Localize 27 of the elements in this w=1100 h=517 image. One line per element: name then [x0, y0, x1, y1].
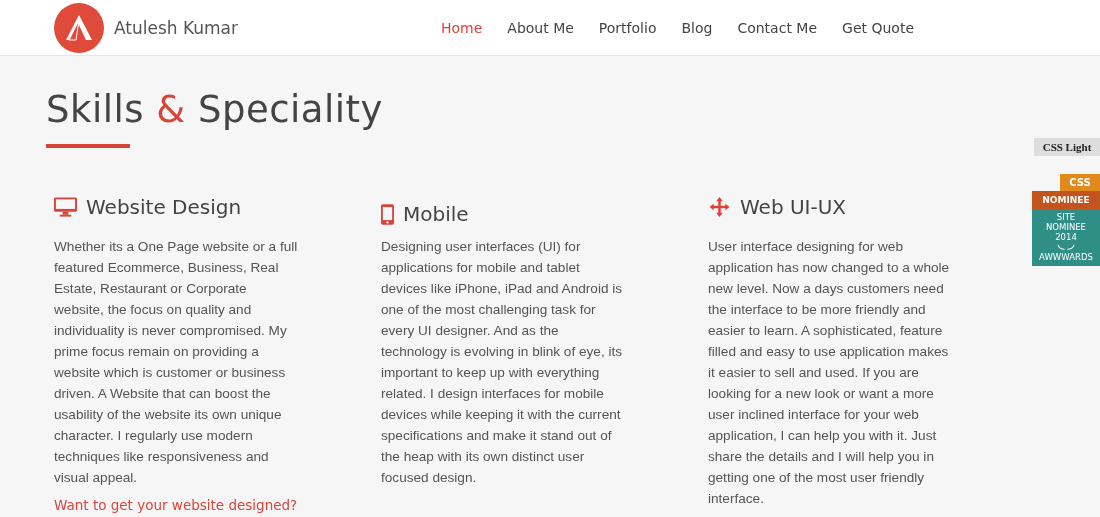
skill-title: Website Design	[86, 195, 242, 219]
award-text: SITE	[1056, 212, 1076, 222]
monitor-icon	[54, 197, 77, 217]
awwwards-badge[interactable]: SITE NOMINEE 2014 AWWWARDS	[1032, 209, 1100, 266]
skill-title: Web UI-UX	[740, 195, 847, 219]
logo-icon[interactable]	[54, 2, 104, 53]
nav-link[interactable]: Home	[440, 19, 483, 36]
css-light-ribbon[interactable]: CSS Light	[1034, 138, 1100, 156]
skill-description: Whether its a One Page website or a full featured Ecommerce, Business, Real Estate, Restaurant or Corporate website, the focus on quality and individuality is never compromised. My prime focus remain on providing a website which is customer or business driven. A Website that can boost the usability of the website its own unique character. I regularly use modern techniques like responsiveness and visual appeal.	[54, 238, 299, 487]
section-heading: Skills & Speciality	[46, 87, 384, 133]
nav-link[interactable]: About Me	[507, 19, 574, 36]
award-text: AWWWARDS	[1039, 252, 1093, 262]
skill-description: User interface designing for web application has now changed to a whole new level. Now a days customers need the interface to be more friendly and easier to learn. A sophisticated, feature filled and easy to use application makes it easier to sell and used. If you are looking for a new look or want a more user inclined interface for your web application, I can help you with it. Just share the details and I will help you in getting one of the most user friendly interface.	[708, 238, 951, 508]
award-text: 2014	[1055, 232, 1077, 242]
skill-title: Mobile	[403, 202, 469, 226]
move-arrows-icon	[708, 197, 731, 217]
nominee-ribbon[interactable]: NOMINEE	[1032, 191, 1100, 209]
award-text: NOMINEE	[1046, 222, 1086, 232]
nav-link[interactable]: Portfolio	[598, 19, 657, 36]
laurel-icon	[1055, 243, 1077, 251]
brand-name[interactable]: Atulesh Kumar	[114, 17, 239, 38]
phone-icon	[381, 203, 394, 225]
skill-description: Designing user interfaces (UI) for applications for mobile and tablet devices like iPhone, iPad and Android is one of the most challenging task for every UI designer. And as the technology is evolving in blink of eye, its important to keep up with everything related. I design interfaces for mobile devices while keeping it with the current specifications and make it stand out of the heap with its own distinct user focused design.	[381, 238, 624, 487]
design-link[interactable]: Want to get your website designed?	[54, 497, 381, 513]
nav-link[interactable]: Get Quote	[842, 19, 914, 36]
nav-link[interactable]: Blog	[681, 19, 713, 36]
nav-link[interactable]: Contact Me	[737, 19, 818, 36]
